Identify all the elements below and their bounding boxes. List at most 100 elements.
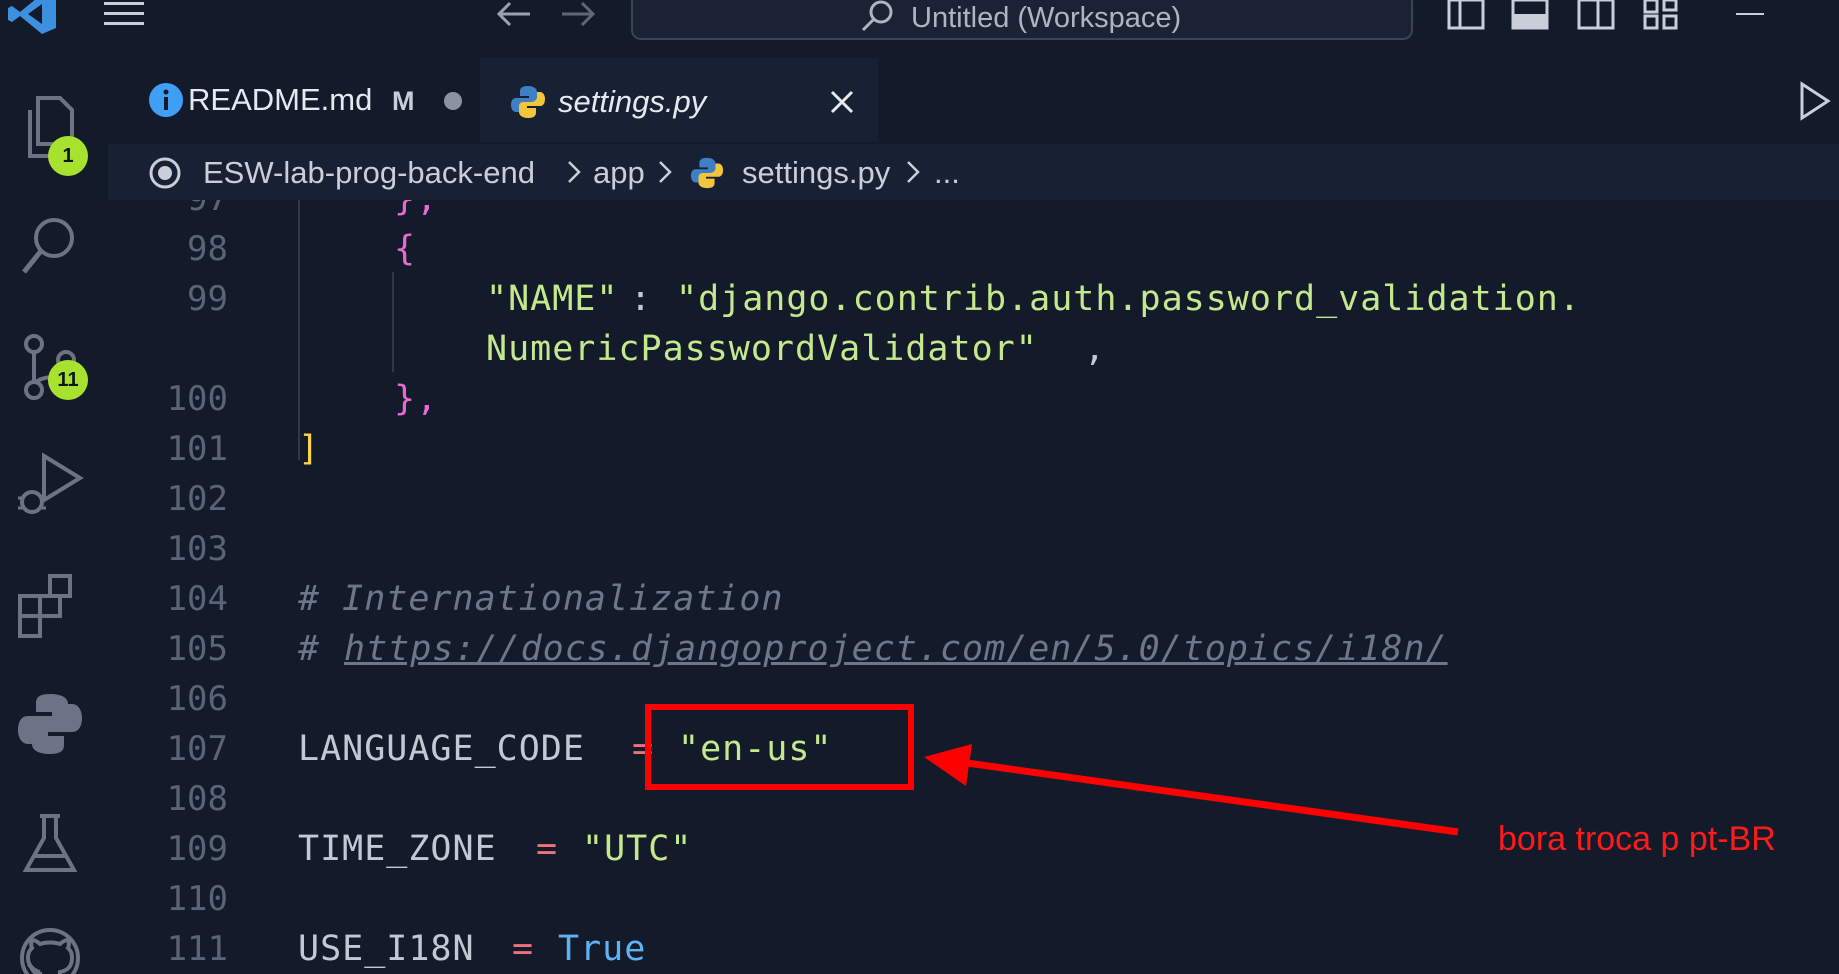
activity-github[interactable] [0, 904, 100, 974]
line-number: 101 [166, 429, 228, 469]
code-line-106: 106 [108, 674, 1839, 724]
flask-icon [22, 814, 78, 872]
code-line-110: 110 [108, 874, 1839, 924]
activity-search[interactable] [0, 196, 100, 296]
run-python-file-icon[interactable] [1796, 80, 1832, 122]
line-number: 105 [166, 629, 228, 669]
repo-circle-icon [149, 157, 181, 189]
editor-tab-bar: README.md M settings.py [100, 58, 1839, 142]
line-number: 99 [187, 279, 228, 319]
line-number: 97 [108, 200, 228, 224]
breadcrumb: ESW-lab-prog-back-end app settings.py ..… [108, 144, 1839, 200]
colon: : [630, 279, 653, 319]
assign-operator: = [512, 929, 535, 969]
command-center[interactable]: Untitled (Workspace) [631, 0, 1413, 40]
explorer-badge: 1 [48, 136, 88, 176]
code-line-99-wrap: NumericPasswordValidator" , [108, 324, 1839, 374]
line-number: 108 [166, 779, 228, 819]
title-bar: Untitled (Workspace) [0, 0, 1839, 58]
search-icon [22, 218, 74, 274]
toggle-primary-sidebar-icon[interactable] [1446, 0, 1486, 30]
line-number: 110 [166, 879, 228, 919]
line-number: 109 [166, 829, 228, 869]
arrow-right-icon[interactable] [556, 0, 600, 30]
chevron-right-icon [907, 161, 920, 183]
comment-hash: # [298, 629, 343, 669]
info-icon [149, 83, 183, 117]
code-line-100: 100 }, [108, 374, 1839, 424]
variable-name: USE_I18N [298, 929, 475, 969]
line-number: 106 [166, 679, 228, 719]
breadcrumb-symbols[interactable]: ... [934, 155, 960, 191]
line-number: 103 [166, 529, 228, 569]
close-icon[interactable] [826, 86, 858, 118]
github-icon [20, 928, 80, 974]
extensions-icon [18, 574, 72, 638]
line-number: 98 [187, 229, 228, 269]
activity-source-control[interactable]: 11 [0, 316, 100, 416]
code-line-105: 105 # https://docs.djangoproject.com/en/… [108, 624, 1839, 674]
code-line-101: 101 ] [108, 424, 1839, 474]
activity-explorer[interactable]: 1 [0, 78, 100, 178]
code-line-108: 108 [108, 774, 1839, 824]
dict-value-continuation: NumericPasswordValidator" [486, 329, 1038, 369]
comment: # Internationalization [298, 579, 784, 619]
tab-label: README.md [188, 82, 373, 117]
tab-settings[interactable]: settings.py [480, 58, 878, 142]
code-text: }, [394, 200, 438, 224]
string-value: "UTC" [582, 829, 693, 869]
arrow-left-icon[interactable] [492, 0, 536, 30]
line-number: 107 [166, 729, 228, 769]
highlight-box [645, 704, 914, 790]
annotation-note: bora troca p pt-BR [1498, 820, 1776, 858]
activity-extensions[interactable] [0, 556, 100, 656]
line-number: 111 [166, 929, 228, 969]
python-icon [18, 694, 82, 754]
code-line-102: 102 [108, 474, 1839, 524]
source-control-badge: 11 [48, 360, 88, 400]
code-line-99: 99 "NAME" : "django.contrib.auth.passwor… [108, 274, 1839, 324]
line-number: 100 [166, 379, 228, 419]
dict-value: "django.contrib.auth.password_validation… [676, 279, 1581, 319]
run-debug-icon [18, 452, 84, 514]
breadcrumb-folder-app[interactable]: app [593, 155, 645, 191]
variable-name: TIME_ZONE [298, 829, 497, 869]
keyword-value: True [558, 929, 647, 969]
chevron-right-icon [568, 161, 581, 183]
unsaved-dot-icon[interactable] [444, 92, 462, 110]
assign-operator: = [536, 829, 559, 869]
docs-link[interactable]: https://docs.djangoproject.com/en/5.0/to… [344, 624, 1448, 674]
code-text: ] [298, 429, 321, 469]
activity-run-debug[interactable] [0, 436, 100, 536]
code-line-111: 111 USE_I18N = True [108, 924, 1839, 974]
variable-name: LANGUAGE_CODE [298, 729, 585, 769]
breadcrumb-file[interactable]: settings.py [742, 155, 890, 191]
code-text: { [394, 229, 417, 269]
dict-key: "NAME" [486, 279, 619, 319]
customize-layout-icon[interactable] [1642, 0, 1682, 30]
toggle-panel-icon[interactable] [1510, 0, 1550, 30]
python-icon [690, 157, 724, 189]
comma: , [1084, 329, 1107, 369]
code-line-107: 107 LANGUAGE_CODE = "en-us" [108, 724, 1839, 774]
activity-bar: 1 11 [0, 58, 100, 974]
code-line-104: 104 # Internationalization [108, 574, 1839, 624]
workspace-title: Untitled (Workspace) [911, 2, 1182, 34]
activity-python[interactable] [0, 674, 100, 774]
python-icon [511, 86, 545, 118]
vscode-logo-icon[interactable] [6, 0, 58, 34]
code-text: }, [394, 379, 439, 419]
search-icon [861, 0, 893, 32]
modified-marker: M [392, 86, 415, 116]
breadcrumb-folder-root[interactable]: ESW-lab-prog-back-end [203, 155, 535, 191]
hamburger-menu-icon[interactable] [100, 0, 148, 30]
code-line-103: 103 [108, 524, 1839, 574]
code-line-98: 98 { [108, 224, 1839, 274]
code-line-97: 97 }, [108, 200, 1839, 224]
chevron-right-icon [659, 161, 672, 183]
toggle-secondary-sidebar-icon[interactable] [1576, 0, 1616, 30]
tab-readme[interactable]: README.md M [112, 58, 480, 142]
minimize-window-icon[interactable] [1730, 0, 1770, 30]
activity-testing[interactable] [0, 794, 100, 894]
line-number: 104 [166, 579, 228, 619]
